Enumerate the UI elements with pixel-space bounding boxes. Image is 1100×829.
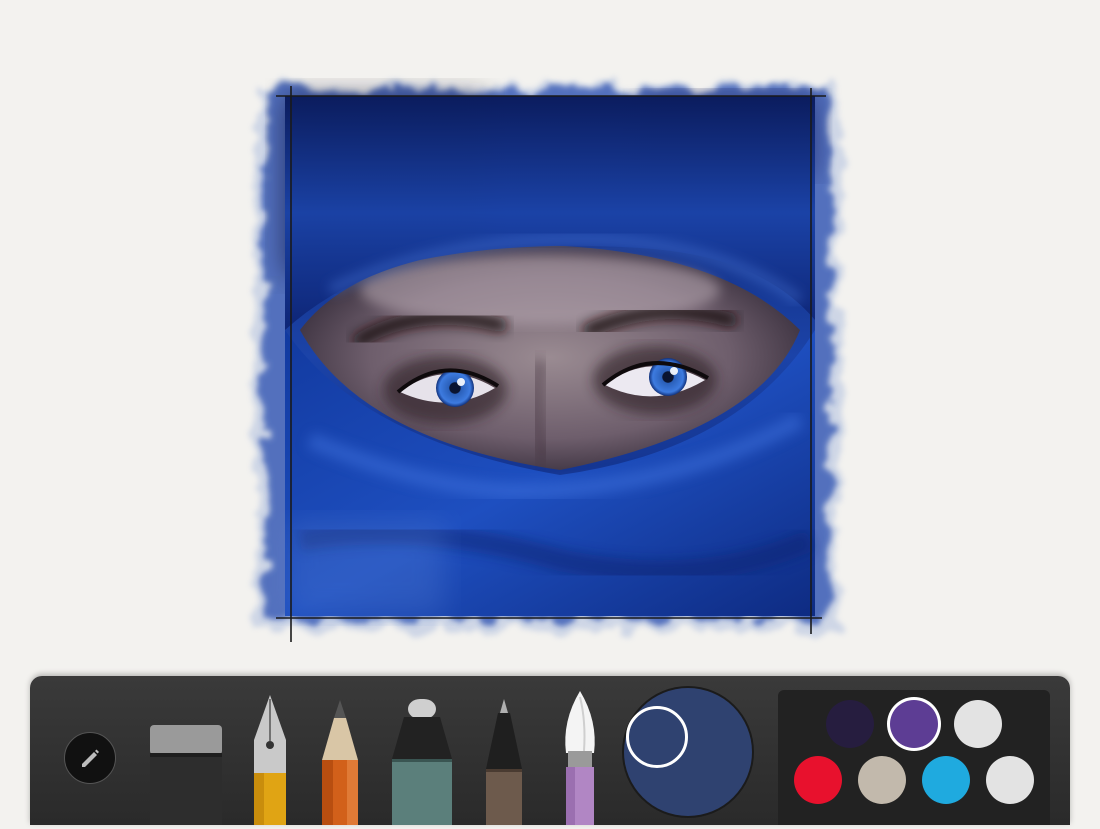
color-mixer[interactable] — [622, 686, 754, 818]
brush-icon — [556, 691, 604, 829]
palette-swatch-4[interactable] — [794, 756, 842, 804]
painting — [255, 85, 840, 642]
journal-button[interactable] — [64, 732, 116, 784]
pencil-tool[interactable] — [318, 700, 362, 825]
palette-swatch-3[interactable] — [954, 700, 1002, 748]
pencil-tool-icon — [318, 700, 362, 829]
fountain-pen-icon — [248, 695, 292, 829]
pen-tool[interactable] — [482, 699, 526, 825]
color-palette — [778, 690, 1050, 825]
drawing-canvas[interactable] — [0, 0, 1100, 670]
palette-swatch-1[interactable] — [826, 700, 874, 748]
eraser-icon — [148, 725, 224, 829]
fountain-pen-tool[interactable] — [248, 695, 292, 825]
palette-swatch-2[interactable] — [890, 700, 938, 748]
watercolor-brush-tool[interactable] — [556, 691, 604, 825]
palette-swatch-7[interactable] — [986, 756, 1034, 804]
marker-icon — [386, 699, 458, 829]
tool-tray — [30, 676, 1070, 825]
eraser-tool[interactable] — [148, 725, 224, 825]
pencil-icon — [78, 746, 102, 770]
palette-swatch-5[interactable] — [858, 756, 906, 804]
marker-tool[interactable] — [386, 699, 458, 825]
pen-icon — [482, 699, 526, 829]
color-picker-ring[interactable] — [626, 706, 688, 768]
palette-swatch-6[interactable] — [922, 756, 970, 804]
